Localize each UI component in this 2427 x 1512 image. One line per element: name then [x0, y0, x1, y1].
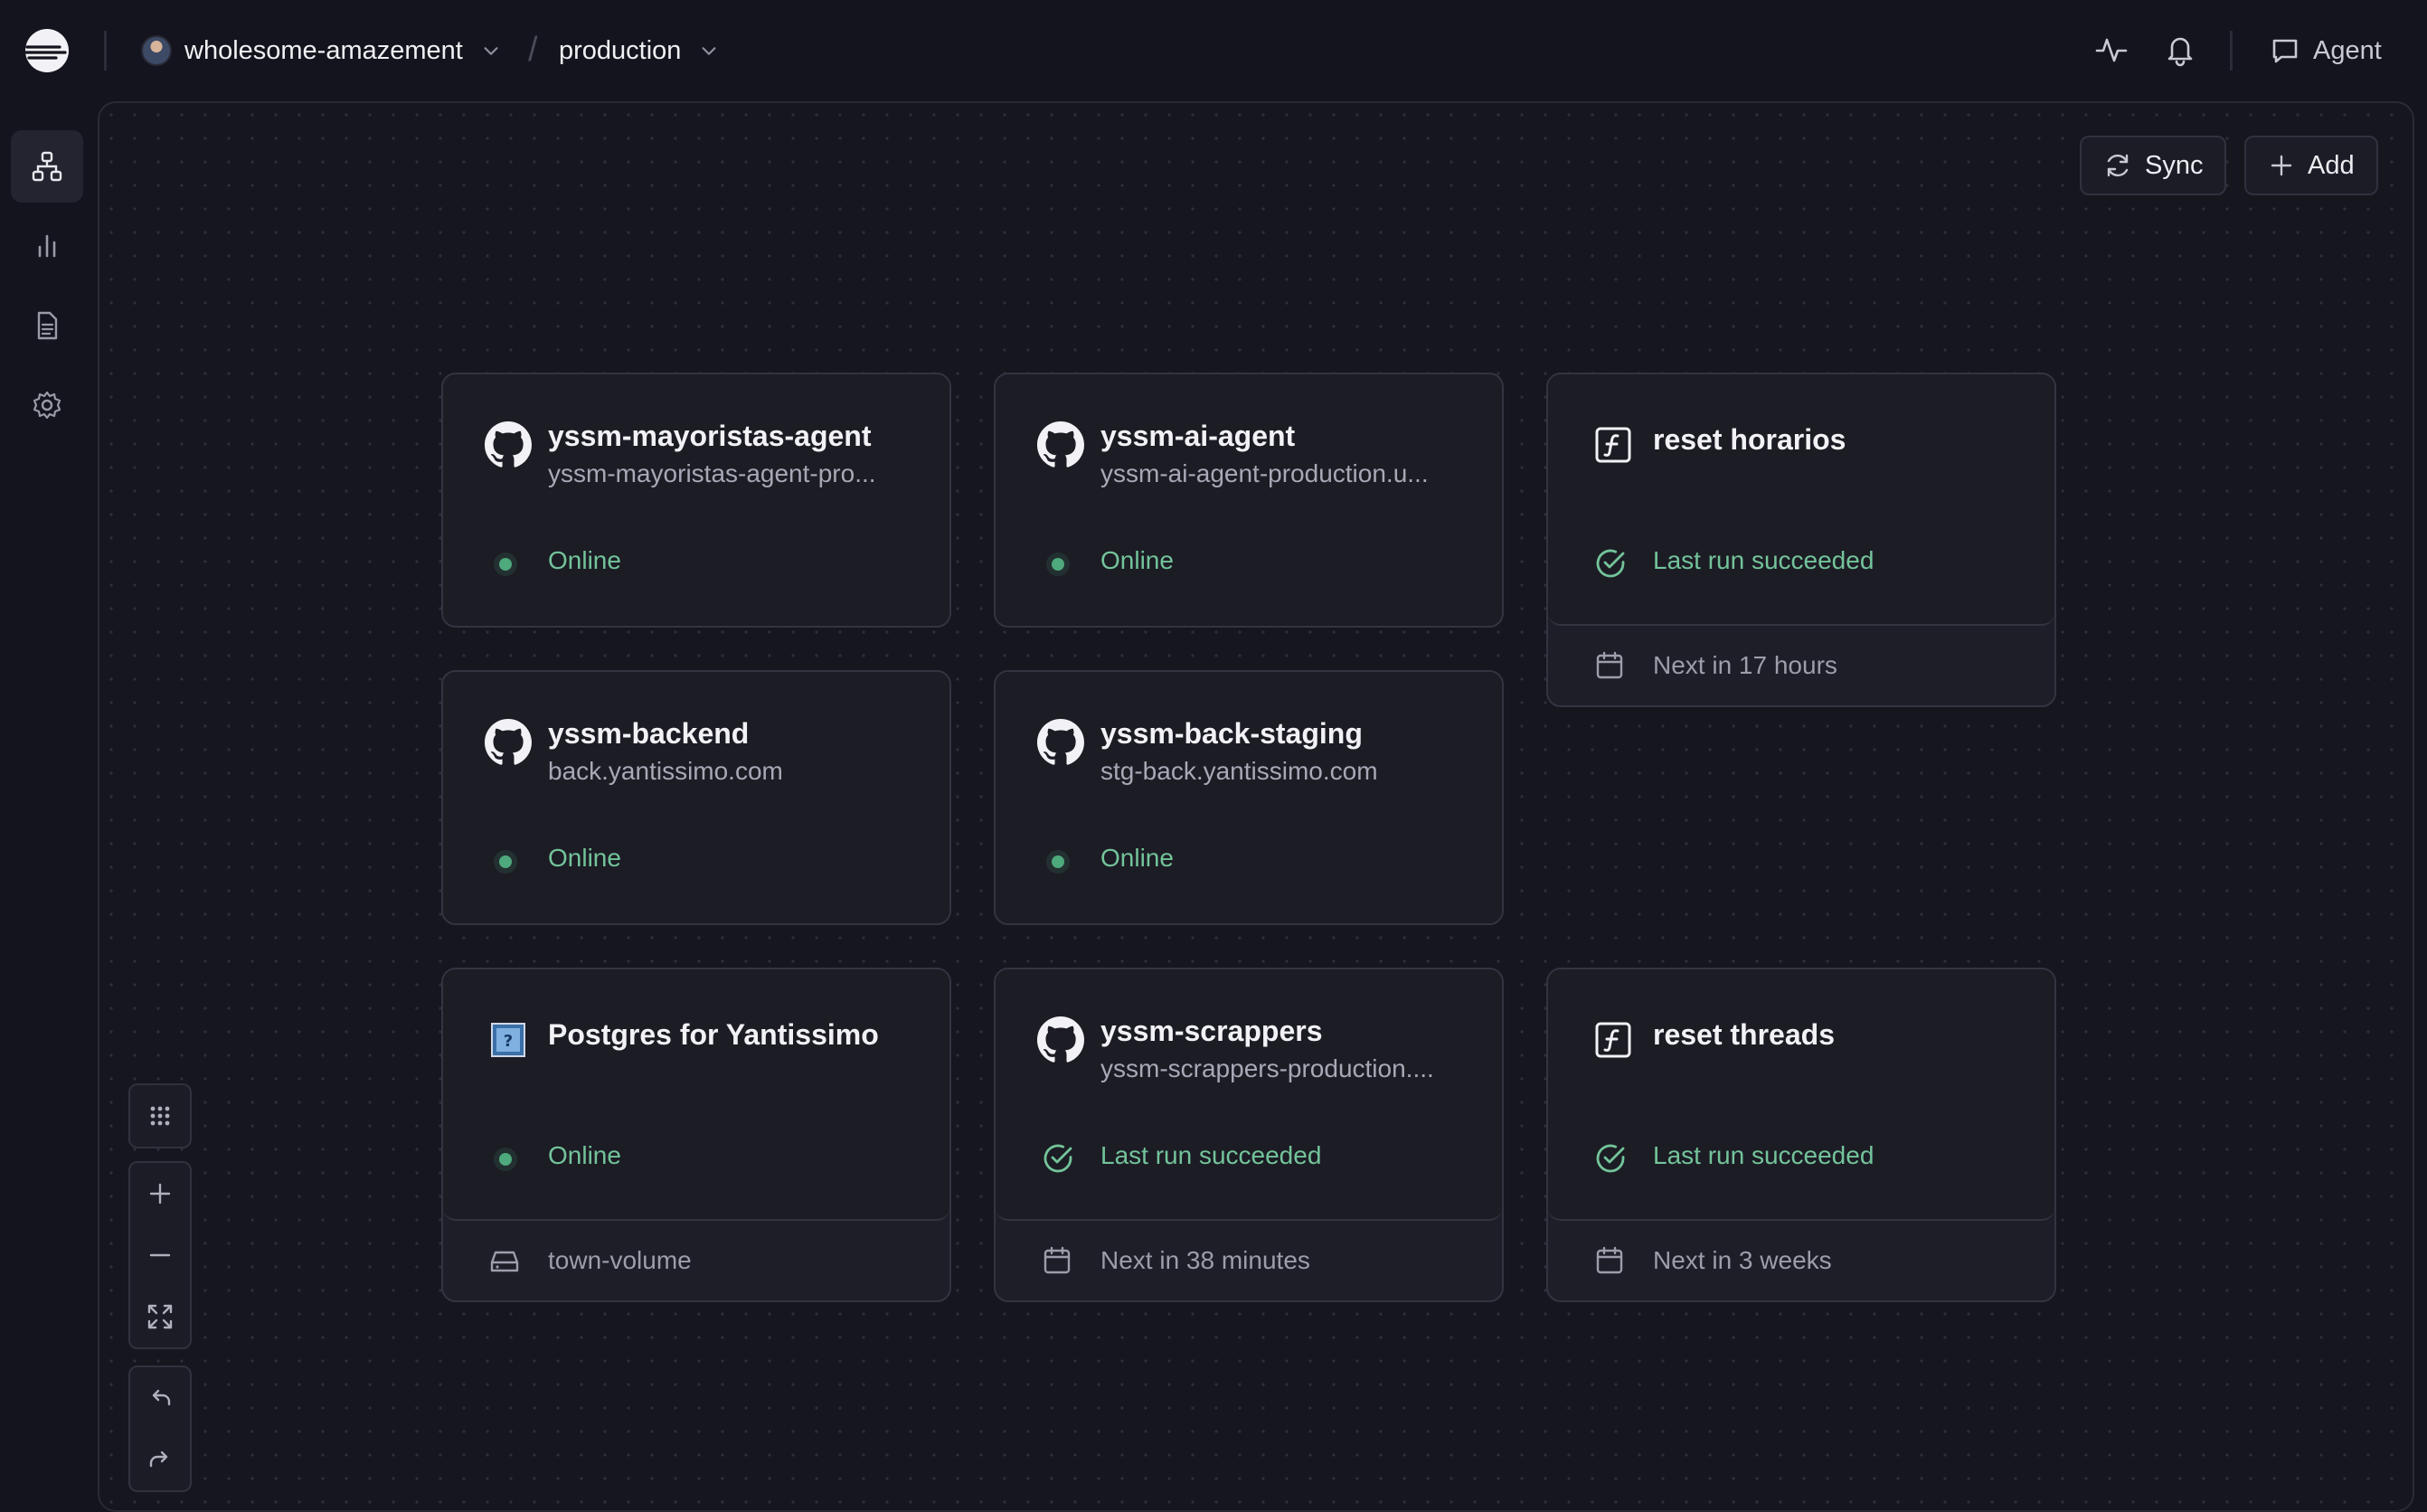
- service-status: Online: [548, 546, 621, 574]
- service-name: yssm-back-staging: [1100, 717, 1363, 750]
- service-name: yssm-ai-agent: [1100, 420, 1296, 452]
- sync-icon: [2107, 154, 2129, 177]
- github-icon: [485, 719, 532, 765]
- service-name: yssm-backend: [548, 717, 750, 750]
- bar-chart-icon: [38, 234, 56, 258]
- service-name: yssm-scrappers: [1100, 1015, 1323, 1047]
- fit-view-button[interactable]: [130, 1286, 190, 1347]
- zoom-controls: [128, 1161, 192, 1349]
- service-status: Last run succeeded: [1653, 1141, 1875, 1169]
- online-status-dot: [1052, 855, 1064, 868]
- chevron-down-icon: [484, 47, 498, 55]
- function-icon: [1595, 1022, 1631, 1058]
- database-icon: ?: [491, 1023, 525, 1057]
- project-canvas[interactable]: Sync Add yssm-mayoristas-agent yssm-mayo…: [98, 101, 2414, 1512]
- online-status-dot: [499, 855, 512, 868]
- project-name: wholesome-amazement: [184, 35, 463, 65]
- architecture-icon: [32, 151, 62, 182]
- service-card-yssm-backend[interactable]: yssm-backend back.yantissimo.com Online: [441, 670, 951, 925]
- online-status-dot: [1052, 558, 1064, 571]
- sidebar-item-logs[interactable]: [11, 289, 83, 362]
- bell-icon[interactable]: [2163, 33, 2197, 67]
- next-run-label: Next in 17 hours: [1653, 651, 1837, 679]
- service-domain: back.yantissimo.com: [548, 757, 783, 785]
- undo-button[interactable]: [130, 1367, 190, 1429]
- undo-icon: [152, 1389, 171, 1406]
- agent-button[interactable]: Agent: [2270, 27, 2382, 74]
- breadcrumb-separator: /: [528, 31, 538, 69]
- service-domain: yssm-ai-agent-production.u...: [1100, 459, 1429, 487]
- zoom-in-button[interactable]: [130, 1163, 190, 1224]
- volume-name: town-volume: [548, 1246, 692, 1274]
- service-card-reset-horarios[interactable]: reset horarios Last run succeeded Next i…: [1546, 373, 2056, 707]
- chat-icon: [2272, 39, 2298, 63]
- zoom-out-button[interactable]: [130, 1224, 190, 1286]
- redo-icon: [149, 1451, 168, 1468]
- service-name: reset horarios: [1653, 423, 1846, 456]
- service-card-yssm-ai-agent[interactable]: yssm-ai-agent yssm-ai-agent-production.u…: [994, 373, 1504, 628]
- sidebar-item-settings[interactable]: [11, 369, 83, 441]
- railway-logo-icon[interactable]: [24, 27, 71, 74]
- check-circle-icon: [1596, 1144, 1625, 1173]
- environment-selector[interactable]: production: [559, 27, 719, 74]
- service-name: reset threads: [1653, 1018, 1835, 1051]
- top-bar: wholesome-amazement / production Agent: [0, 0, 2427, 101]
- service-card-yssm-mayoristas-agent[interactable]: yssm-mayoristas-agent yssm-mayoristas-ag…: [441, 373, 951, 628]
- add-label: Add: [2308, 150, 2355, 180]
- sidebar-item-metrics[interactable]: [11, 210, 83, 282]
- sidebar-item-architecture[interactable]: [11, 130, 83, 203]
- next-run-label: Next in 38 minutes: [1100, 1246, 1310, 1274]
- online-status-dot: [499, 558, 512, 571]
- service-status: Online: [1100, 844, 1174, 872]
- next-run-label: Next in 3 weeks: [1653, 1246, 1832, 1274]
- github-icon: [485, 421, 532, 468]
- service-card-postgres[interactable]: ? Postgres for Yantissimo Online town-vo…: [441, 968, 951, 1302]
- plus-icon: [149, 1183, 171, 1205]
- calendar-icon: [1596, 1246, 1623, 1274]
- service-status: Online: [548, 844, 621, 872]
- function-icon: [1595, 427, 1631, 463]
- agent-label: Agent: [2313, 35, 2382, 65]
- calendar-icon: [1044, 1246, 1071, 1274]
- service-name: Postgres for Yantissimo: [548, 1018, 879, 1051]
- avatar: [141, 35, 172, 66]
- grid-toggle-button[interactable]: [130, 1085, 190, 1147]
- service-card-yssm-scrappers[interactable]: yssm-scrappers yssm-scrappers-production…: [994, 968, 1504, 1302]
- chevron-down-icon: [702, 47, 716, 55]
- add-button[interactable]: Add: [2244, 136, 2378, 195]
- expand-icon: [147, 1304, 173, 1329]
- grid-toggle-group: [128, 1083, 192, 1148]
- service-domain: yssm-mayoristas-agent-pro...: [548, 459, 876, 487]
- volume-icon: [490, 1251, 519, 1272]
- service-domain: stg-back.yantissimo.com: [1100, 757, 1378, 785]
- service-status: Last run succeeded: [1100, 1141, 1322, 1169]
- plus-icon: [2271, 155, 2292, 176]
- environment-name: production: [559, 35, 682, 65]
- service-status: Online: [548, 1141, 621, 1169]
- sync-label: Sync: [2145, 150, 2204, 180]
- minus-icon: [149, 1253, 171, 1257]
- service-status: Last run succeeded: [1653, 546, 1875, 574]
- service-status: Online: [1100, 546, 1174, 574]
- history-controls: [128, 1366, 192, 1492]
- github-icon: [1037, 421, 1084, 468]
- activity-icon[interactable]: [2094, 33, 2129, 67]
- sync-button[interactable]: Sync: [2080, 136, 2227, 195]
- service-name: yssm-mayoristas-agent: [548, 420, 872, 452]
- check-circle-icon: [1596, 549, 1625, 578]
- document-icon: [37, 311, 58, 340]
- grid-dots-icon: [150, 1106, 170, 1126]
- check-circle-icon: [1044, 1144, 1072, 1173]
- github-icon: [1037, 719, 1084, 765]
- online-status-dot: [499, 1153, 512, 1166]
- redo-button[interactable]: [130, 1429, 190, 1490]
- service-card-reset-threads[interactable]: reset threads Last run succeeded Next in…: [1546, 968, 2056, 1302]
- service-domain: yssm-scrappers-production....: [1100, 1054, 1434, 1082]
- service-card-yssm-back-staging[interactable]: yssm-back-staging stg-back.yantissimo.co…: [994, 670, 1504, 925]
- github-icon: [1037, 1016, 1084, 1063]
- project-selector[interactable]: wholesome-amazement: [141, 27, 501, 74]
- gear-icon: [33, 391, 61, 420]
- svg-text:?: ?: [504, 1032, 513, 1051]
- calendar-icon: [1596, 651, 1623, 679]
